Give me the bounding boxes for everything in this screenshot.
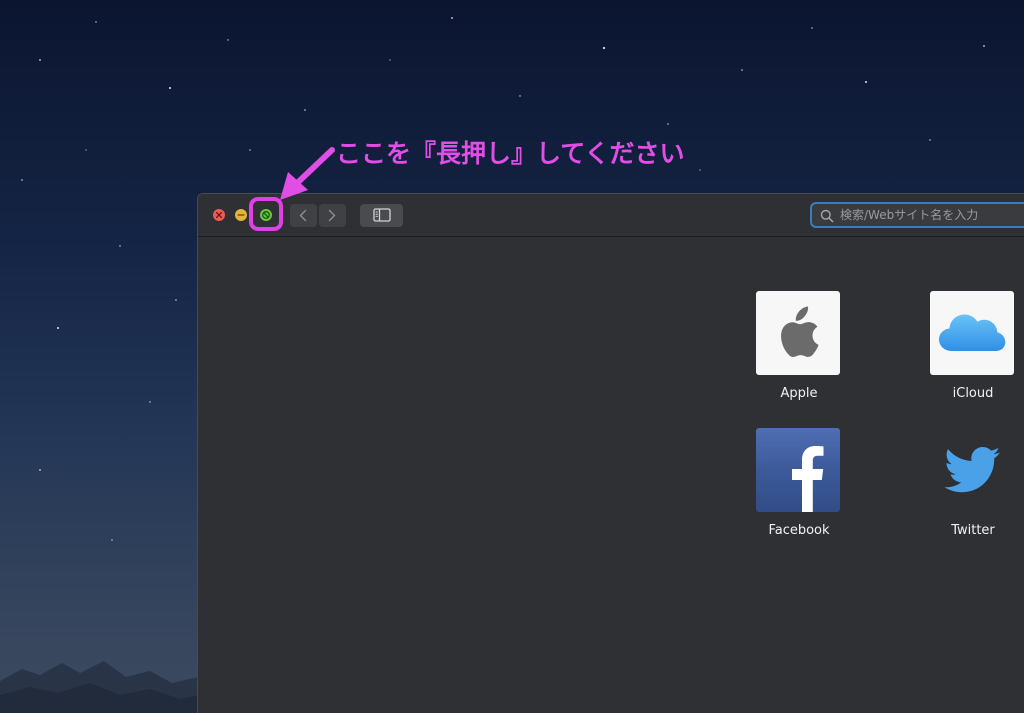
sidebar-icon [373,208,391,222]
twitter-logo-icon [944,447,1000,493]
favorites-page: Apple iCloud Facebook Twitter [198,237,1024,713]
favorite-apple[interactable]: Apple [756,291,842,401]
address-search-field[interactable] [810,202,1024,228]
safari-window: Apple iCloud [197,193,1024,713]
favorite-facebook[interactable]: Facebook [756,428,842,538]
facebook-logo-icon [792,446,824,512]
close-icon [215,211,223,219]
search-input[interactable] [840,205,1024,225]
favorite-twitter[interactable]: Twitter [930,428,1016,538]
desktop-background: Apple iCloud [0,0,1024,713]
apple-tile[interactable] [756,291,840,375]
minimize-icon [237,214,245,216]
apple-logo-icon [781,306,819,358]
favorite-label: Facebook [768,523,830,538]
twitter-tile[interactable] [930,428,1014,512]
close-button[interactable] [213,209,225,221]
icloud-tile[interactable] [930,291,1014,375]
facebook-tile[interactable] [756,428,840,512]
favorite-label: iCloud [952,386,994,401]
favorite-icloud[interactable]: iCloud [930,291,1016,401]
minimize-button[interactable] [235,209,247,221]
favorite-label: Apple [780,386,818,401]
sidebar-toggle-button[interactable] [360,204,403,227]
favorite-label: Twitter [951,523,995,538]
search-icon [820,209,834,223]
icloud-logo-icon [939,314,1006,351]
annotation-label: ここを『長押し』してください [336,139,685,168]
